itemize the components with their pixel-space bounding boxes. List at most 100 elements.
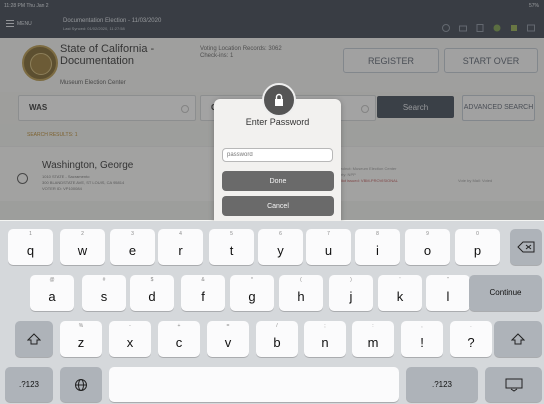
key-i[interactable]: 8i (355, 229, 400, 265)
key-alt-label: - (129, 323, 131, 329)
key-alt-label: 8 (376, 231, 379, 237)
key-q[interactable]: 1q (8, 229, 53, 265)
key-alt-label: ' (399, 277, 401, 283)
key-label: w (77, 243, 88, 258)
key-alt-label: . (470, 323, 472, 329)
numbers-key-right[interactable]: .?123 (406, 367, 478, 402)
key-label: j (349, 289, 353, 304)
key-z[interactable]: % z (60, 321, 102, 357)
key-label: l (446, 289, 450, 304)
key-r[interactable]: 4r (158, 229, 203, 265)
shift-icon (511, 333, 525, 345)
key-label: g (248, 289, 256, 304)
key-alt-label: 0 (476, 231, 479, 237)
key-alt-label: 9 (426, 231, 429, 237)
globe-key[interactable] (60, 367, 102, 402)
key-alt-label: ; (324, 323, 326, 329)
key-alt-label: / (276, 323, 278, 329)
key-a[interactable]: @ a (30, 275, 74, 311)
key-alt-label: , (421, 323, 423, 329)
key-alt-label: + (177, 323, 181, 329)
key-alt-label: 2 (81, 231, 84, 237)
key-alt-label: 5 (230, 231, 233, 237)
key-alt-label: " (447, 277, 449, 283)
cancel-button[interactable]: Cancel (222, 196, 334, 216)
dialog-title: Enter Password (245, 117, 310, 127)
key-s[interactable]: # s (82, 275, 126, 311)
password-input[interactable] (222, 148, 333, 162)
key-w[interactable]: 2w (60, 229, 105, 265)
key-label: q (26, 243, 35, 258)
key-alt-label: 6 (279, 231, 282, 237)
key-label: e (128, 243, 137, 258)
key-label: ! (420, 335, 424, 350)
password-dialog: Enter Password Done Cancel (214, 83, 341, 226)
key-c[interactable]: + c (158, 321, 200, 357)
key-label: n (321, 335, 329, 350)
key-t[interactable]: 5t (209, 229, 254, 265)
key-label: u (324, 243, 333, 258)
key-alt-label: 1 (29, 231, 32, 237)
key-f[interactable]: & f (181, 275, 225, 311)
key-alt-label: # (102, 277, 106, 283)
keyboard-hide-icon (505, 378, 522, 392)
key-e[interactable]: 3e (110, 229, 155, 265)
backspace-key[interactable] (510, 229, 542, 265)
key-label: x (126, 335, 134, 350)
key-symbol-8[interactable]: .? (450, 321, 492, 357)
key-label: b (273, 335, 281, 350)
key-label: d (148, 289, 156, 304)
globe-icon (75, 378, 87, 391)
space-key[interactable] (109, 367, 399, 402)
key-alt-label: 3 (131, 231, 134, 237)
shift-key-left[interactable] (15, 321, 53, 357)
key-alt-label: 4 (179, 231, 182, 237)
key-k[interactable]: ' k (378, 275, 422, 311)
key-alt-label: $ (150, 277, 154, 283)
key-o[interactable]: 9o (405, 229, 450, 265)
key-m[interactable]: :m (352, 321, 394, 357)
key-p[interactable]: 0p (455, 229, 500, 265)
key-label: a (48, 289, 56, 304)
key-label: h (297, 289, 305, 304)
key-n[interactable]: ; n (304, 321, 346, 357)
key-label: v (224, 335, 232, 350)
key-label: c (175, 335, 183, 350)
key-b[interactable]: / b (256, 321, 298, 357)
key-u[interactable]: 7u (306, 229, 351, 265)
key-label: y (277, 243, 284, 258)
shift-icon (27, 333, 41, 345)
key-j[interactable]: ) j (329, 275, 373, 311)
key-alt-label: ( (300, 277, 302, 283)
hide-keyboard-key[interactable] (485, 367, 542, 402)
lock-icon (262, 83, 296, 117)
key-d[interactable]: $ d (130, 275, 174, 311)
shift-key-right[interactable] (494, 321, 542, 357)
key-alt-label: & (201, 277, 205, 283)
key-alt-label: = (226, 323, 230, 329)
key-l[interactable]: " l (426, 275, 470, 311)
key-y[interactable]: 6y (258, 229, 303, 265)
key-alt-label: : (372, 323, 374, 329)
key-alt-label: % (78, 323, 84, 329)
key-label: s (100, 289, 108, 304)
key-v[interactable]: = v (207, 321, 249, 357)
numbers-key-left[interactable]: .?123 (5, 367, 53, 402)
key-x[interactable]: -x (109, 321, 151, 357)
key-alt-label: @ (49, 277, 55, 283)
continue-key[interactable]: Continue (469, 275, 542, 311)
key-h[interactable]: (h (279, 275, 323, 311)
key-label: t (229, 243, 234, 258)
key-alt-label: * (251, 277, 253, 283)
key-label: z (77, 335, 85, 350)
key-label: k (396, 289, 404, 304)
key-label: f (201, 289, 205, 304)
key-label: r (178, 243, 183, 258)
done-button[interactable]: Done (222, 171, 334, 191)
keyboard: 1 q 2 w 3 e 4 r 5 t 6 y 7 u 8 i 9 o 0 p @ a # s $ d & f * g(h) j ' k " l% z… (0, 221, 544, 404)
key-alt-label: ) (350, 277, 352, 283)
key-g[interactable]: * g (230, 275, 274, 311)
key-label: i (376, 243, 379, 258)
key-symbol-7[interactable]: ,! (401, 321, 443, 357)
backspace-icon (517, 241, 535, 253)
